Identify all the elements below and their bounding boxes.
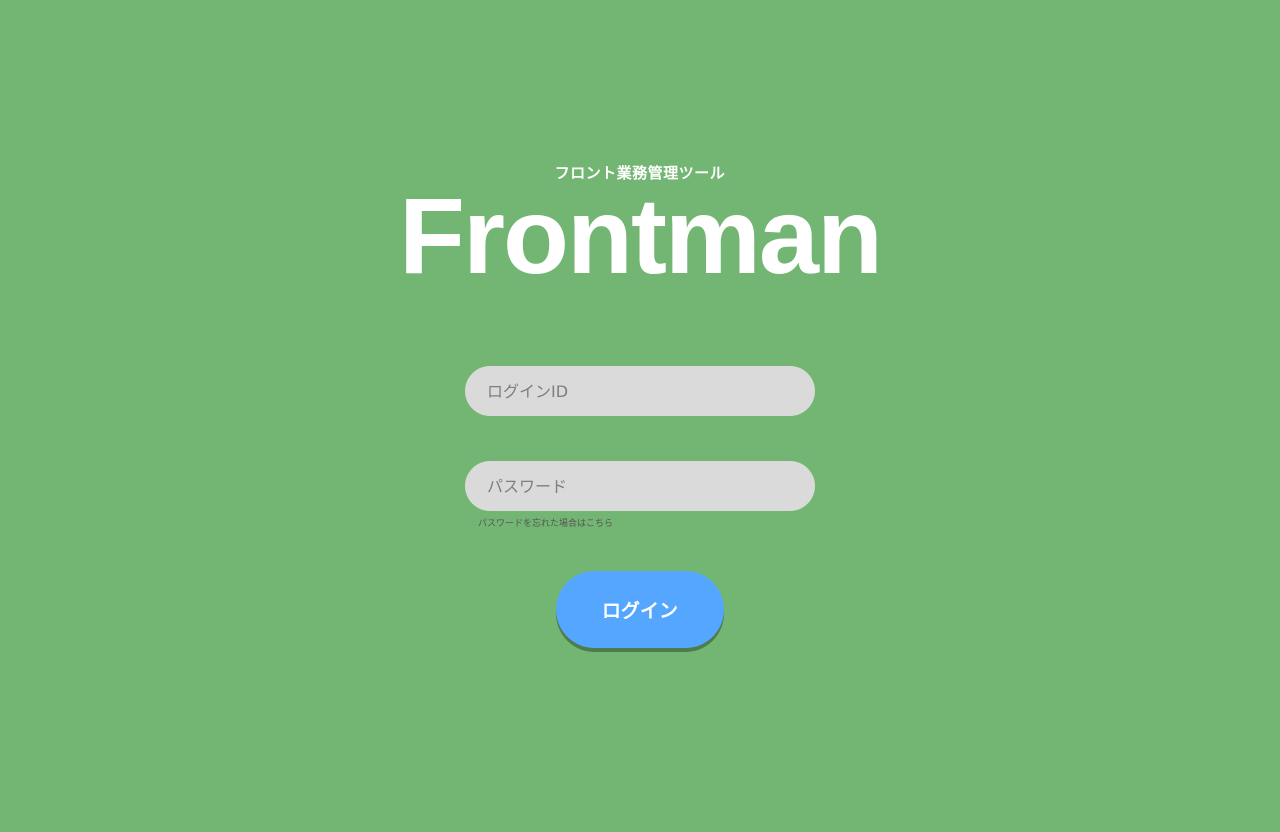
forgot-password-link[interactable]: パスワードを忘れた場合はこちら xyxy=(478,516,613,529)
app-logo-title: Frontman xyxy=(399,175,883,296)
login-button[interactable]: ログイン xyxy=(556,571,724,648)
password-input[interactable] xyxy=(465,461,815,511)
login-id-input[interactable] xyxy=(465,366,815,416)
